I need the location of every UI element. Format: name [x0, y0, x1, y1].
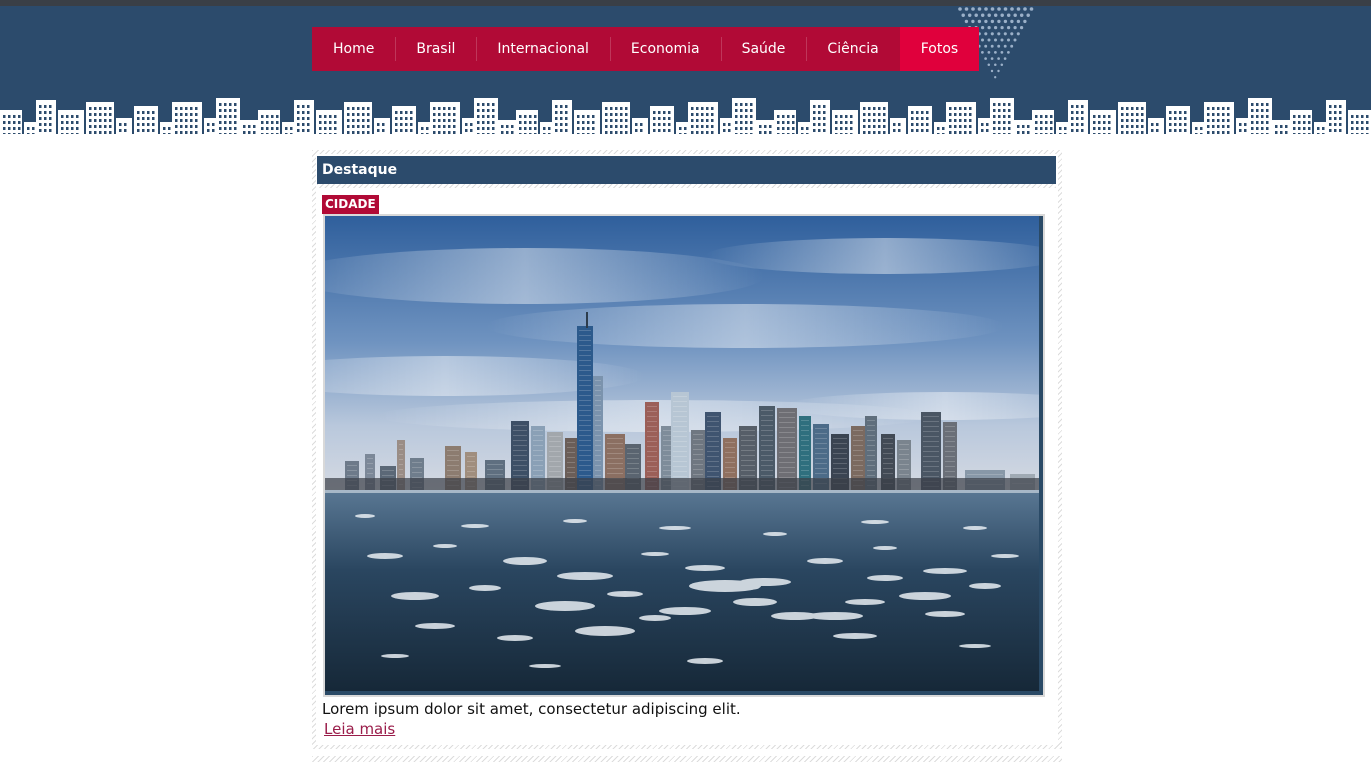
category-badge[interactable]: CIDADE: [322, 195, 379, 214]
read-more-link[interactable]: Leia mais: [324, 720, 395, 738]
next-card-top-edge: [312, 756, 1062, 762]
main-nav: Home Brasil Internacional Economia Saúde…: [312, 27, 980, 71]
featured-card-body: Destaque CIDADE Lorem ipsum dolor sit am…: [316, 154, 1058, 745]
nav-item-saude[interactable]: Saúde: [720, 27, 807, 71]
featured-photo[interactable]: [323, 214, 1045, 697]
city-skyline-decoration: [0, 98, 1371, 134]
city-skyline-photo: [325, 216, 1043, 691]
title-divider: [317, 184, 1056, 188]
nav-item-home[interactable]: Home: [312, 27, 395, 71]
nav-item-fotos[interactable]: Fotos: [899, 27, 980, 71]
featured-card: Destaque CIDADE Lorem ipsum dolor sit am…: [312, 150, 1062, 749]
section-title: Destaque: [317, 156, 1056, 184]
nav-item-economia[interactable]: Economia: [609, 27, 721, 71]
nav-item-ciencia[interactable]: Ciência: [806, 27, 899, 71]
nav-item-internacional[interactable]: Internacional: [476, 27, 610, 71]
nav-item-brasil[interactable]: Brasil: [395, 27, 476, 71]
featured-caption: Lorem ipsum dolor sit amet, consectetur …: [322, 700, 741, 718]
